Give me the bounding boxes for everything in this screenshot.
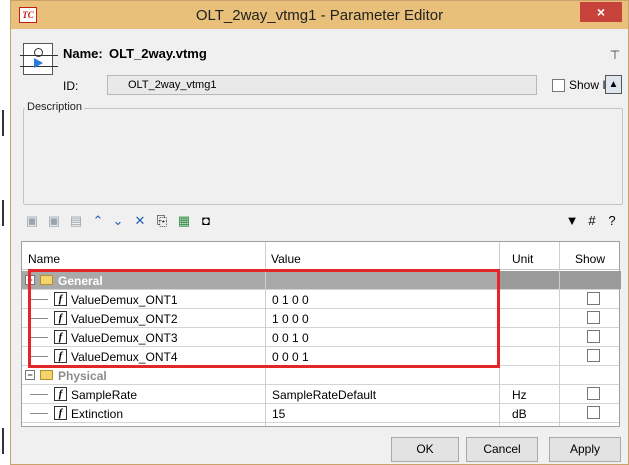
export-icon[interactable]: ▦ <box>175 212 193 230</box>
toolbar: ▣ ▣ ▤ ⌃ ⌄ ✕ ⎘ ▦ ◘ ▼ # ? <box>11 207 628 235</box>
move-down-icon[interactable]: ⌄ <box>109 212 127 230</box>
cancel-button[interactable]: Cancel <box>466 437 538 462</box>
component-name: OLT_2way.vtmg <box>109 46 207 61</box>
grid-header: Name Value Unit Show <box>22 242 619 270</box>
group-row-physical[interactable]: − Physical <box>22 366 619 385</box>
param-name: Extinction <box>71 407 124 421</box>
filter-icon[interactable]: ▼ <box>563 212 581 230</box>
highlight-annotation <box>28 269 500 368</box>
edge-mark <box>2 110 4 136</box>
import-icon[interactable]: ⎘ <box>153 212 171 230</box>
save-icon[interactable]: ◘ <box>197 212 215 230</box>
group-label: Physical <box>58 369 107 383</box>
show-checkbox[interactable] <box>587 406 600 419</box>
param-unit: Hz <box>512 388 527 402</box>
column-divider <box>559 242 560 426</box>
column-header-name[interactable]: Name <box>28 252 60 266</box>
show-checkbox[interactable] <box>587 349 600 362</box>
help-icon[interactable]: ? <box>603 212 621 230</box>
param-value[interactable]: 15 <box>272 407 285 421</box>
title-bar[interactable]: TC OLT_2way_vtmg1 - Parameter Editor × <box>11 1 628 29</box>
column-header-unit[interactable]: Unit <box>512 252 533 266</box>
edge-mark <box>2 428 4 454</box>
ok-button[interactable]: OK <box>391 437 459 462</box>
name-label: Name: <box>63 46 103 61</box>
function-icon: f <box>54 387 67 401</box>
column-header-show[interactable]: Show <box>575 252 605 266</box>
show-checkbox[interactable] <box>587 292 600 305</box>
show-checkbox[interactable] <box>587 330 600 343</box>
folder-icon <box>40 370 53 380</box>
show-checkbox[interactable] <box>587 311 600 324</box>
save-defaults-icon[interactable]: ▤ <box>67 212 85 230</box>
move-up-icon[interactable]: ⌃ <box>89 212 107 230</box>
scroll-arrows-button[interactable]: ▲ <box>605 75 622 94</box>
component-header: Name: OLT_2way.vtmg ⊤ ID: OLT_2way_vtmg1… <box>11 29 628 99</box>
edge-mark <box>2 200 4 226</box>
column-header-value[interactable]: Value <box>271 252 301 266</box>
background-edge <box>0 0 10 465</box>
close-button[interactable]: × <box>580 2 622 22</box>
table-row[interactable]: f Extinction 15 dB <box>22 404 619 423</box>
delete-icon[interactable]: ✕ <box>131 212 149 230</box>
grid-icon[interactable]: # <box>583 212 601 230</box>
parameter-editor-window: TC OLT_2way_vtmg1 - Parameter Editor × N… <box>10 0 629 465</box>
id-field[interactable]: OLT_2way_vtmg1 <box>107 75 537 95</box>
add-copy-icon[interactable]: ▣ <box>45 212 63 230</box>
param-value[interactable]: SampleRateDefault <box>272 388 376 402</box>
collapse-icon[interactable]: − <box>25 370 35 380</box>
description-legend: Description <box>25 101 85 113</box>
component-icon <box>20 43 58 75</box>
description-field[interactable] <box>23 108 623 205</box>
function-icon: f <box>54 406 67 420</box>
param-unit: dB <box>512 407 527 421</box>
param-name: SampleRate <box>71 388 138 402</box>
table-row[interactable]: f SampleRate SampleRateDefault Hz <box>22 385 619 404</box>
add-icon[interactable]: ▣ <box>23 212 41 230</box>
apply-button[interactable]: Apply <box>549 437 621 462</box>
show-checkbox[interactable] <box>587 387 600 400</box>
show-id-checkbox[interactable] <box>552 79 565 92</box>
window-title: OLT_2way_vtmg1 - Parameter Editor <box>195 7 444 24</box>
id-label: ID: <box>63 79 79 93</box>
pin-icon[interactable]: ⊤ <box>608 48 622 62</box>
